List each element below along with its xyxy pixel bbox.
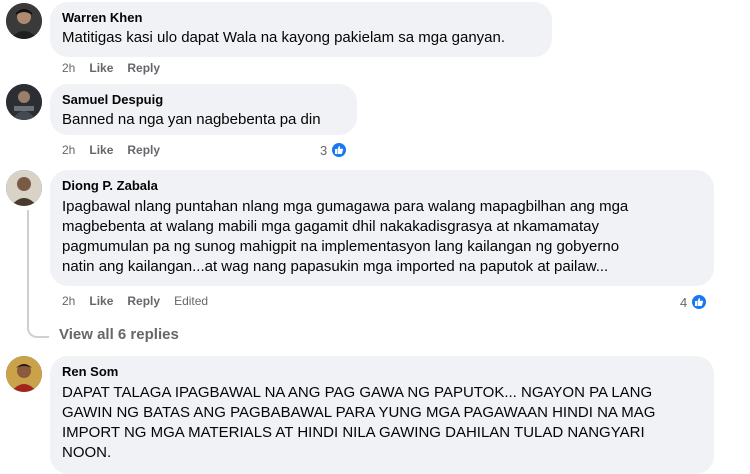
comment-author[interactable]: Warren Khen [62, 9, 540, 26]
avatar[interactable] [6, 3, 42, 39]
comment-text: Banned na nga yan nagbebenta pa din [62, 111, 321, 128]
like-button[interactable]: Like [89, 142, 113, 158]
reaction-count-value: 3 [320, 142, 328, 158]
like-icon [690, 293, 709, 311]
avatar[interactable] [6, 84, 42, 120]
like-icon [330, 141, 349, 159]
reply-button[interactable]: Reply [127, 60, 160, 76]
comment-bubble: Ren Som DAPAT TALAGA IPAGBAWAL NA ANG PA… [50, 356, 714, 474]
comment-author[interactable]: Diong P. Zabala [62, 177, 702, 194]
comment-author[interactable]: Ren Som [62, 363, 702, 380]
reaction-count[interactable]: 4 [680, 293, 709, 311]
reply-thread-line [27, 210, 49, 338]
comment-actions: 2h Like Reply [62, 142, 160, 158]
edited-label[interactable]: Edited [174, 293, 208, 309]
comment-timestamp[interactable]: 2h [62, 60, 75, 76]
comment-actions: 2h Like Reply Edited [62, 293, 208, 309]
comment-bubble: Samuel Despuig Banned na nga yan nagbebe… [50, 84, 357, 135]
like-button[interactable]: Like [89, 60, 113, 76]
comment-bubble: Warren Khen Matitigas kasi ulo dapat Wal… [50, 2, 552, 57]
comment-text: Ipagbawal nlang puntahan nlang mga gumag… [62, 198, 629, 275]
reply-button[interactable]: Reply [127, 293, 160, 309]
avatar[interactable] [6, 356, 42, 392]
comment-text: Matitigas kasi ulo dapat Wala na kayong … [62, 29, 506, 46]
reaction-count[interactable]: 3 [320, 141, 349, 159]
avatar[interactable] [6, 170, 42, 206]
comment-text: DAPAT TALAGA IPAGBAWAL NA ANG PAG GAWA N… [62, 384, 656, 461]
reply-button[interactable]: Reply [127, 142, 160, 158]
view-replies-link[interactable]: View all 6 replies [59, 326, 179, 343]
comment-author[interactable]: Samuel Despuig [62, 91, 345, 108]
reaction-count-value: 4 [680, 294, 688, 310]
comment-bubble: Diong P. Zabala Ipagbawal nlang puntahan… [50, 170, 714, 286]
comment-actions: 2h Like Reply [62, 60, 160, 76]
like-button[interactable]: Like [89, 293, 113, 309]
comment-timestamp[interactable]: 2h [62, 293, 75, 309]
comment-timestamp[interactable]: 2h [62, 142, 75, 158]
